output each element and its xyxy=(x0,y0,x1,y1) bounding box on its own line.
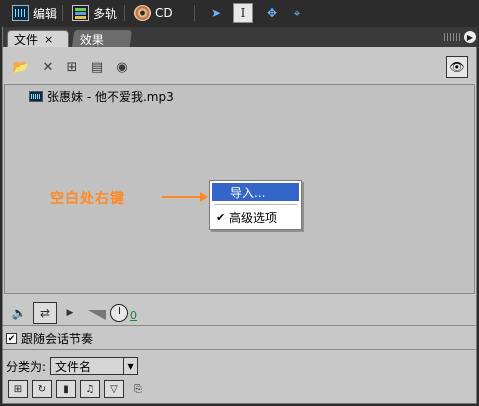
sort-selected-value: 文件名 xyxy=(55,359,92,374)
playback-controls: 🔈 ⇄ ▶ 0 xyxy=(3,300,476,328)
tab-effects[interactable]: 效果 xyxy=(71,30,133,47)
menu-divider xyxy=(214,204,297,205)
edit-mode-label: 编辑 xyxy=(33,6,58,21)
cd-mode-button[interactable]: CD xyxy=(134,3,173,23)
toolbar-divider xyxy=(124,5,125,21)
menu-item-advanced-options-label: 高级选项 xyxy=(229,210,278,225)
files-toolbar: 📂 ✕ ⊞ ▤ ◉ 👁 xyxy=(3,47,476,83)
multitrack-filter-icon: ⊞ xyxy=(13,383,23,395)
file-list[interactable]: 张惠妹 - 他不爱我.mp3 空白处右键 导入... ✔ 高级选项 xyxy=(4,84,475,294)
sort-label: 分类为: xyxy=(6,359,47,374)
cd-mode-label: CD xyxy=(155,6,173,20)
volume-knob[interactable] xyxy=(110,304,128,322)
tab-files[interactable]: 文件 × xyxy=(7,30,69,47)
filter-eye-icon: ▽ xyxy=(110,383,118,395)
filter-view-button[interactable]: ▽ xyxy=(104,380,124,398)
close-icon[interactable]: × xyxy=(44,33,53,46)
loop-icon: ⇄ xyxy=(39,306,51,320)
panel-tab-bar: 文件 × 效果 ▶ xyxy=(3,27,478,47)
time-selection-tool-button[interactable]: I xyxy=(233,3,253,23)
list-item[interactable]: 张惠妹 - 他不爱我.mp3 xyxy=(29,88,174,105)
menu-item-import-label: 导入... xyxy=(230,185,266,200)
filter-video-button[interactable]: ▮ xyxy=(56,380,76,398)
insert-multitrack-icon[interactable]: ⊞ xyxy=(63,59,81,75)
volume-value[interactable]: 0 xyxy=(130,309,137,322)
edit-mode-button[interactable]: 编辑 xyxy=(12,3,57,23)
sort-select[interactable]: 文件名 ▼ xyxy=(50,357,139,375)
options-icon: ⎘ xyxy=(134,383,142,395)
panel-menu-button[interactable]: ▶ xyxy=(464,31,476,43)
arrow-right-icon xyxy=(162,192,208,202)
file-name: 张惠妹 - 他不爱我.mp3 xyxy=(47,90,174,104)
sort-row: 分类为: 文件名 ▼ xyxy=(6,357,139,375)
tab-effects-label: 效果 xyxy=(79,32,104,47)
time-selection-tool-icon: I xyxy=(240,6,246,20)
drag-grip-icon[interactable] xyxy=(444,33,460,41)
move-tool-icon: ➤ xyxy=(210,6,222,20)
loop-filter-icon: ↻ xyxy=(37,383,47,395)
filter-multitrack-button[interactable]: ⊞ xyxy=(8,380,28,398)
lasso-tool-icon: ⌖ xyxy=(293,5,301,20)
follow-session-label: 跟随会话节奏 xyxy=(21,332,94,346)
show-options-button[interactable]: 👁 xyxy=(446,56,468,78)
divider xyxy=(3,349,476,350)
toolbar-divider xyxy=(62,5,63,21)
video-filter-icon: ▮ xyxy=(63,383,69,395)
filter-loop-button[interactable]: ↻ xyxy=(32,380,52,398)
multitrack-icon xyxy=(72,5,89,21)
follow-session-row: ✔ 跟随会话节奏 xyxy=(6,330,93,347)
menu-item-advanced-options[interactable]: ✔ 高级选项 xyxy=(212,208,299,226)
filter-midi-button[interactable]: ♫ xyxy=(80,380,100,398)
divider xyxy=(3,325,476,326)
edit-file-icon[interactable]: ◉ xyxy=(113,59,131,75)
multitrack-mode-label: 多轨 xyxy=(93,6,118,21)
toolbar-divider xyxy=(194,5,195,21)
insert-cd-icon[interactable]: ▤ xyxy=(88,59,106,75)
play-button[interactable]: ▶ xyxy=(63,302,77,324)
close-file-icon[interactable]: ✕ xyxy=(39,59,57,75)
marquee-tool-button[interactable]: ✥ xyxy=(262,3,282,23)
checkmark-icon: ✔ xyxy=(216,210,226,224)
menu-item-import[interactable]: 导入... xyxy=(212,183,299,201)
context-menu: 导入... ✔ 高级选项 xyxy=(209,180,302,230)
loop-button[interactable]: ⇄ xyxy=(33,302,57,324)
files-panel: 文件 × 效果 ▶ 📂 ✕ ⊞ ▤ ◉ 👁 张惠妹 - 他不爱我.mp3 空白处… xyxy=(2,27,478,404)
move-tool-button[interactable]: ➤ xyxy=(206,3,226,23)
volume-level-icon xyxy=(88,310,106,320)
mode-toolbar: 编辑 多轨 CD ➤ I ✥ ⌖ xyxy=(0,0,479,27)
cd-icon xyxy=(134,5,151,21)
annotation-label: 空白处右键 xyxy=(50,191,125,207)
open-file-icon[interactable]: 📂 xyxy=(12,59,30,75)
waveform-edit-icon xyxy=(12,5,29,21)
chevron-down-icon: ▼ xyxy=(123,358,137,374)
multitrack-mode-button[interactable]: 多轨 xyxy=(72,3,117,23)
marquee-tool-icon: ✥ xyxy=(266,6,278,20)
waveform-file-icon xyxy=(29,91,43,102)
music-note-icon: ♫ xyxy=(85,383,95,395)
eye-icon: 👁 xyxy=(449,60,465,74)
filter-options-button[interactable]: ⎘ xyxy=(128,380,148,398)
tab-files-label: 文件 xyxy=(14,32,39,47)
speaker-icon[interactable]: 🔈 xyxy=(9,302,29,324)
play-icon: ▶ xyxy=(66,308,74,318)
lasso-tool-button[interactable]: ⌖ xyxy=(287,3,307,23)
follow-session-checkbox[interactable]: ✔ xyxy=(6,333,17,344)
